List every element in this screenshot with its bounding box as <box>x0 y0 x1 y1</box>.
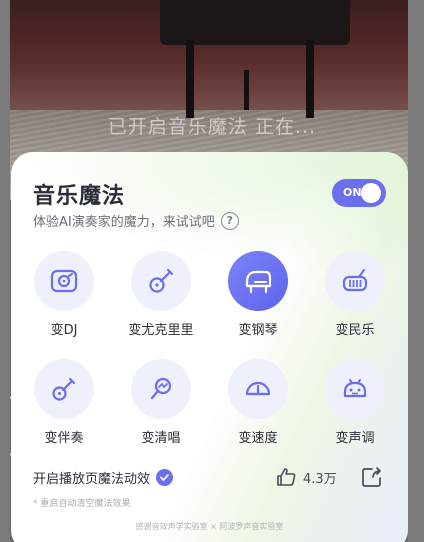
effect-label: 变DJ <box>50 323 78 338</box>
effect-ukulele[interactable]: 变尤克里里 <box>128 251 194 338</box>
grand-piano-image <box>160 0 350 45</box>
effect-piano[interactable]: 变钢琴 <box>227 251 289 338</box>
folk-instrument-icon <box>325 251 385 311</box>
animation-option[interactable]: 开启播放页魔法动效 <box>33 468 174 487</box>
checkmark-icon[interactable] <box>156 469 174 486</box>
piano-leg <box>244 70 249 110</box>
effect-label: 变尤克里里 <box>128 323 194 338</box>
magic-status-banner: 已开启音乐魔法 正在... <box>107 116 317 138</box>
effect-pitch[interactable]: 变声调 <box>324 359 386 446</box>
share-icon[interactable] <box>360 465 384 493</box>
reset-note: * 重启自动清空魔法效果 <box>33 499 131 509</box>
footer-row: 开启播放页魔法动效 4.3万 <box>33 465 386 493</box>
left-edge <box>0 0 10 542</box>
effect-acapella[interactable]: 变清唱 <box>130 359 192 446</box>
piano-leg <box>186 40 194 118</box>
like-button[interactable]: 4.3万 <box>275 466 337 488</box>
toggle-knob <box>361 183 381 203</box>
speedometer-icon <box>228 359 288 419</box>
piano-leg <box>306 40 314 118</box>
effect-label: 变民乐 <box>335 323 375 338</box>
panel-title: 音乐魔法 <box>33 184 126 209</box>
thumbs-up-icon <box>277 468 296 486</box>
effect-speed[interactable]: 变速度 <box>227 359 289 446</box>
effect-label: 变声调 <box>335 431 375 446</box>
microphone-icon <box>131 359 191 419</box>
panel-subtitle-text: 体验AI演奏家的魔力，来试试吧 <box>33 215 215 230</box>
robot-voice-icon <box>325 359 385 419</box>
effect-grid: 变DJ 变尤克里里 变钢琴 变民乐 变伴奏 变清唱 变速度 变声调 <box>33 251 388 446</box>
effect-label: 变速度 <box>238 431 278 446</box>
panel-subtitle: 体验AI演奏家的魔力，来试试吧 ? <box>33 211 239 230</box>
effect-folk[interactable]: 变民乐 <box>324 251 386 338</box>
animation-option-label: 开启播放页魔法动效 <box>33 472 151 487</box>
effect-label: 变钢琴 <box>238 323 278 338</box>
effect-label: 变伴奏 <box>44 431 84 446</box>
dj-icon <box>34 251 94 311</box>
question-mark-icon[interactable]: ? <box>220 211 239 230</box>
piano-icon <box>228 251 288 311</box>
right-edge <box>408 0 424 542</box>
credit-text: 感谢音效声学实验室 × 阿波罗声音实验室 <box>135 522 284 531</box>
ukulele-icon <box>131 251 191 311</box>
toggle-label: ON <box>343 186 362 199</box>
magic-toggle[interactable]: ON <box>332 179 386 207</box>
like-count: 4.3万 <box>303 471 337 487</box>
effect-dj[interactable]: 变DJ <box>33 251 95 338</box>
music-magic-screen: 已开启音乐魔法 正在... 音乐魔法 体验AI演奏家的魔力，来试试吧 ? ON … <box>0 0 424 542</box>
effect-label: 变清唱 <box>141 431 181 446</box>
effect-accompaniment[interactable]: 变伴奏 <box>33 359 95 446</box>
music-magic-panel: 音乐魔法 体验AI演奏家的魔力，来试试吧 ? ON 变DJ 变尤克里里 变钢琴 … <box>11 152 408 542</box>
guitar-icon <box>34 359 94 419</box>
